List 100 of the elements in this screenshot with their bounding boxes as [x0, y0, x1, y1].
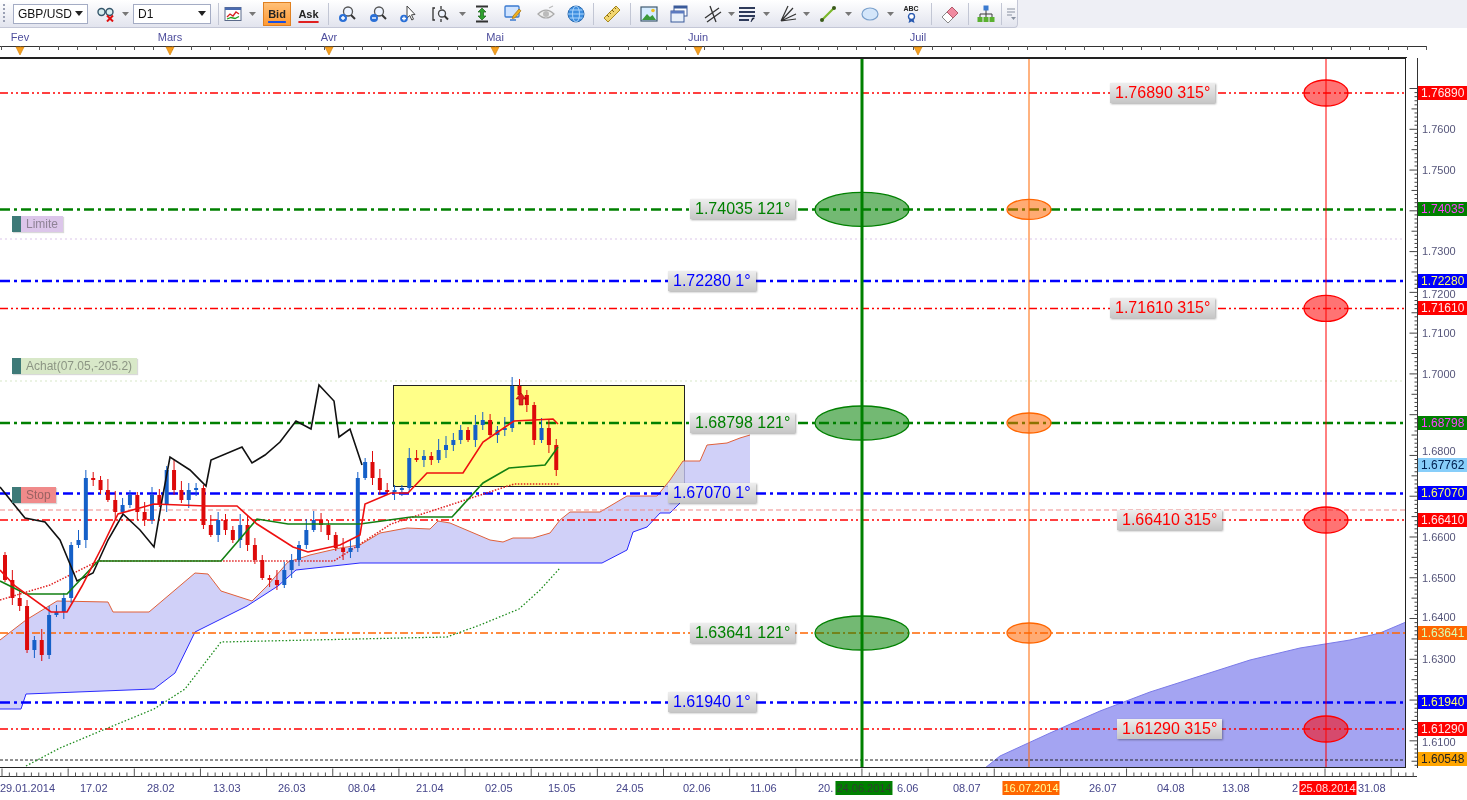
price-tag: 1.61290 — [1418, 722, 1467, 736]
price-tick-label: 1.7000 — [1422, 369, 1456, 380]
date-label: 11.06 — [750, 782, 777, 795]
price-tick-label: 1.6400 — [1422, 612, 1456, 623]
zoom-in-icon[interactable] — [338, 4, 356, 23]
month-label: Juin — [687, 31, 709, 44]
level-label: 1.61290 315° — [1117, 719, 1223, 739]
date-tag: 24.06.2014 — [835, 781, 893, 795]
level-label: 1.68798 121° — [690, 413, 796, 433]
ellipse-marker — [1303, 294, 1349, 323]
price-tick-label: 1.6100 — [1422, 737, 1456, 748]
month-marker-icon — [15, 46, 25, 56]
price-type-button[interactable]: Ask — [296, 1, 321, 26]
date-label: 29.01.2014 — [0, 782, 56, 795]
eraser-icon[interactable] — [941, 4, 959, 23]
ellipse-marker — [1303, 715, 1349, 743]
date-label: 2 — [1292, 782, 1299, 795]
handle-icon — [12, 216, 21, 232]
cursor-icon[interactable] — [399, 4, 417, 23]
date-label: 6.06 — [897, 782, 919, 795]
price-tick-label: 1.7300 — [1422, 246, 1456, 257]
date-label: 24.05 — [616, 782, 644, 795]
symbol-dropdown[interactable]: GBP/USD — [13, 3, 88, 24]
price-tag: 1.61940 — [1418, 695, 1467, 710]
price-tick-label: 1.7100 — [1422, 328, 1456, 339]
price-tag: 1.71610 — [1418, 301, 1467, 316]
caret-icon[interactable] — [75, 11, 83, 16]
month-marker-icon — [913, 46, 923, 56]
ellipse-marker — [1006, 198, 1052, 221]
price-tick-label: 1.6600 — [1422, 532, 1456, 543]
month-marker-icon — [693, 46, 703, 56]
order-label: Stop — [25, 487, 51, 503]
date-label: 15.05 — [548, 782, 576, 795]
ellipse-marker — [1303, 506, 1349, 534]
price-tag: 1.76890 — [1418, 86, 1467, 100]
level-label: 1.63641 121° — [690, 623, 796, 643]
chart-window-icon[interactable] — [224, 5, 242, 22]
date-label: 20. — [818, 782, 834, 795]
magnifier-icon[interactable] — [432, 4, 450, 23]
arrow-icon — [515, 392, 527, 406]
month-label: Fev — [10, 31, 30, 44]
crossed-lines-icon[interactable] — [704, 4, 722, 23]
order-label: Limite — [25, 216, 58, 232]
date-label: 13.08 — [1222, 782, 1250, 795]
hierarchy-icon[interactable] — [977, 4, 995, 23]
fan-lines-icon[interactable] — [779, 4, 797, 23]
overflow-icon[interactable] — [1006, 6, 1016, 21]
month-label: Mai — [486, 31, 504, 44]
picture-icon[interactable] — [640, 4, 658, 23]
date-label: 21.04 — [416, 782, 444, 795]
grip-icon[interactable] — [3, 4, 6, 23]
date-tag: 25.08.2014 — [1299, 781, 1357, 795]
level-label: 1.67070 1° — [668, 483, 756, 504]
line-tool-icon[interactable] — [819, 4, 837, 23]
price-tag: 1.72280 — [1418, 274, 1467, 288]
date-label: 08.07 — [953, 782, 981, 795]
price-tick-label: 1.6500 — [1422, 573, 1456, 584]
ellipse-marker — [1006, 622, 1052, 644]
month-marker-icon — [490, 46, 500, 56]
ellipse-marker — [1303, 79, 1349, 107]
level-label: 1.71610 315° — [1110, 298, 1216, 319]
price-tick-label: 1.6800 — [1422, 446, 1456, 457]
date-label: 02.05 — [485, 782, 513, 795]
month-label: Mars — [157, 31, 183, 44]
price-tag: 1.68798 — [1418, 416, 1467, 430]
screen-pencil-icon[interactable] — [504, 4, 522, 23]
price-tag: 1.74035 — [1418, 202, 1467, 217]
ribbon-icon — [906, 12, 916, 23]
date-label: 28.02 — [147, 782, 175, 795]
vertical-arrows-icon[interactable] — [473, 4, 491, 23]
month-marker-icon — [165, 46, 175, 56]
window-icon[interactable] — [670, 4, 688, 23]
handle-icon — [12, 358, 21, 374]
price-type-button[interactable]: Bid — [263, 1, 291, 26]
level-label: 1.61940 1° — [668, 692, 756, 713]
handle-icon — [12, 487, 21, 503]
level-label: 1.66410 315° — [1117, 510, 1223, 530]
ellipse-icon[interactable] — [861, 6, 879, 21]
date-label: 17.02 — [80, 782, 108, 795]
lines-list-icon[interactable] — [738, 4, 756, 23]
price-tick-label: 1.6300 — [1422, 654, 1456, 665]
date-label: 26.07 — [1089, 782, 1117, 795]
month-marker-icon — [324, 46, 334, 56]
price-tick-label: 1.7200 — [1422, 289, 1456, 300]
price-tag: 1.67070 — [1418, 486, 1467, 501]
ruler-icon[interactable] — [603, 4, 621, 23]
month-label: Juil — [909, 31, 927, 44]
date-label: 13.03 — [213, 782, 241, 795]
zoom-out-icon[interactable] — [369, 4, 387, 23]
glasses-icon[interactable] — [97, 5, 115, 22]
caret-icon[interactable] — [198, 11, 206, 16]
price-tag: 1.66410 — [1418, 513, 1467, 527]
price-tag: 1.67762 — [1418, 458, 1467, 472]
globe-icon[interactable] — [567, 4, 585, 23]
date-tag: 16.07.2014 — [1002, 781, 1060, 795]
date-label: 26.03 — [278, 782, 306, 795]
level-label: 1.74035 121° — [690, 199, 796, 220]
date-label: 04.08 — [1157, 782, 1185, 795]
timeframe-dropdown[interactable]: D1 — [133, 3, 211, 24]
date-label: 31.08 — [1358, 782, 1386, 795]
